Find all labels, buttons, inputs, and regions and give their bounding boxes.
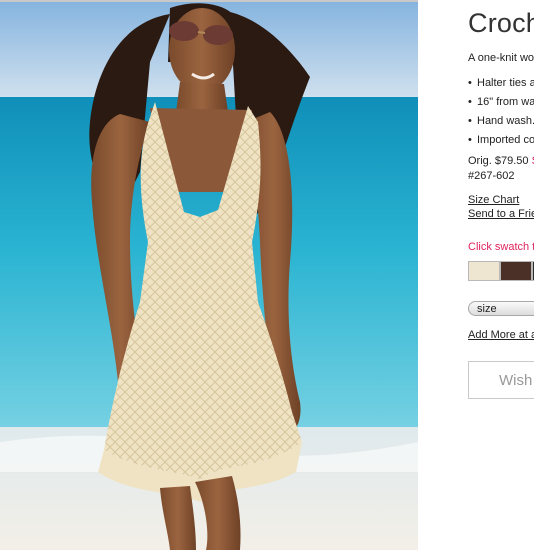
product-photo bbox=[0, 2, 418, 550]
feature-item: • Halter ties a bbox=[468, 77, 534, 89]
product-description: A one-knit wo bbox=[468, 52, 534, 64]
add-more-link[interactable]: Add More at a bbox=[468, 329, 534, 341]
send-to-friend-link[interactable]: Send to a Frie bbox=[468, 208, 534, 220]
product-details-panel: Croch A one-knit wo • Halter ties a • 16" … bbox=[418, 0, 534, 550]
feature-list: • Halter ties a • 16" from wa • Hand wash. … bbox=[468, 74, 534, 150]
wishlist-button[interactable]: Wish bbox=[468, 361, 534, 399]
feature-item: • Imported co bbox=[468, 134, 534, 146]
brown-swatch[interactable] bbox=[500, 261, 532, 281]
price-line: Orig. $79.50 S bbox=[468, 155, 534, 167]
size-select[interactable]: size bbox=[468, 301, 534, 316]
feature-item: • 16" from wa bbox=[468, 96, 534, 108]
cream-swatch[interactable] bbox=[468, 261, 500, 281]
feature-item: • Hand wash. bbox=[468, 115, 534, 127]
size-chart-link[interactable]: Size Chart bbox=[468, 194, 519, 206]
swatch-prompt: Click swatch t bbox=[468, 241, 534, 253]
original-price: Orig. $79.50 bbox=[468, 155, 529, 167]
item-number: #267-602 bbox=[468, 170, 515, 182]
product-title: Croch bbox=[468, 8, 534, 38]
